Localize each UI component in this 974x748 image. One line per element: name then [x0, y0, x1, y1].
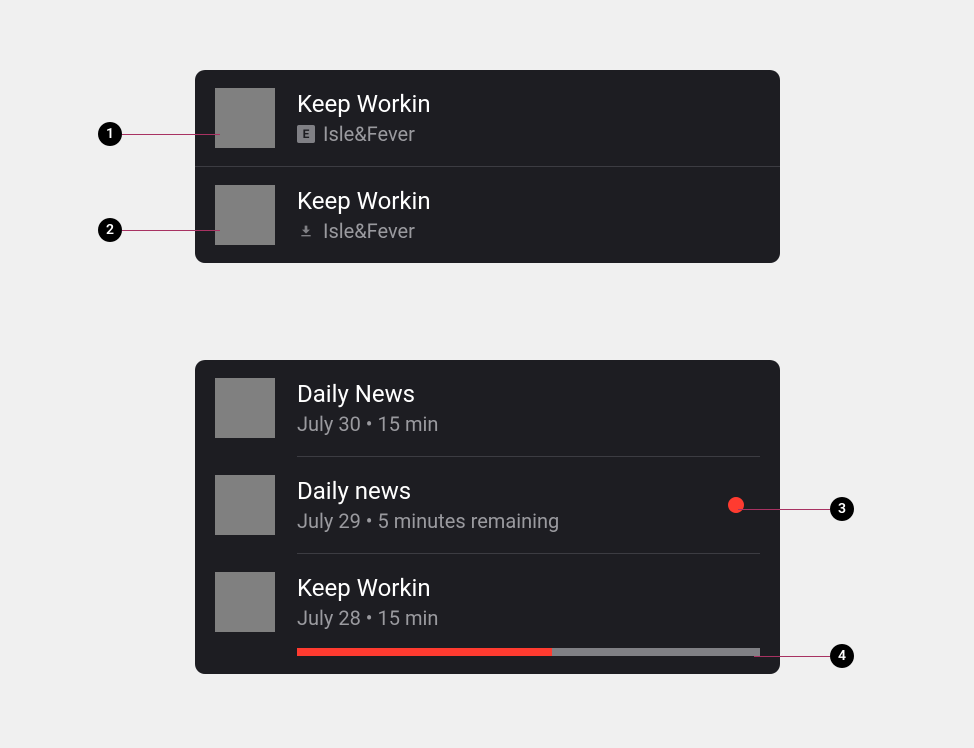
episode-item[interactable]: Daily News July 30 • 15 min	[195, 360, 780, 457]
downloaded-icon	[297, 222, 315, 240]
annotation-badge: 3	[830, 497, 854, 521]
track-artist: Isle&Fever	[323, 219, 415, 243]
annotation-3: 3	[738, 497, 854, 521]
episode-meta: July 28 • 15 min	[297, 606, 760, 630]
annotation-line	[738, 509, 830, 510]
track-thumbnail	[215, 185, 275, 245]
episode-meta: July 29 • 5 minutes remaining	[297, 509, 728, 533]
episode-thumbnail	[215, 378, 275, 438]
annotation-line	[754, 656, 830, 657]
episode-thumbnail	[215, 475, 275, 535]
annotation-badge: 4	[830, 644, 854, 668]
track-item[interactable]: Keep Workin E Isle&Fever	[195, 70, 780, 166]
episode-text: Keep Workin July 28 • 15 min	[297, 574, 760, 630]
episode-text: Daily news July 29 • 5 minutes remaining	[297, 477, 728, 533]
annotation-line	[122, 134, 220, 135]
track-title: Keep Workin	[297, 187, 760, 215]
track-title: Keep Workin	[297, 90, 760, 118]
tracks-card: Keep Workin E Isle&Fever Keep Workin Isl…	[195, 70, 780, 263]
track-item[interactable]: Keep Workin Isle&Fever	[195, 166, 780, 263]
episode-text: Daily News July 30 • 15 min	[297, 380, 760, 436]
annotation-badge: 1	[98, 122, 122, 146]
episode-meta: July 30 • 15 min	[297, 412, 760, 436]
progress-bar[interactable]	[297, 648, 760, 656]
episode-title: Daily news	[297, 477, 728, 505]
episode-item[interactable]: Keep Workin July 28 • 15 min	[195, 554, 780, 674]
episode-item[interactable]: Daily news July 29 • 5 minutes remaining	[195, 457, 780, 554]
track-thumbnail	[215, 88, 275, 148]
explicit-icon: E	[297, 125, 315, 143]
track-text: Keep Workin E Isle&Fever	[297, 90, 760, 146]
track-artist: Isle&Fever	[323, 122, 415, 146]
annotation-line	[122, 230, 220, 231]
annotation-4: 4	[754, 644, 854, 668]
episodes-card: Daily News July 30 • 15 min Daily news J…	[195, 360, 780, 674]
track-subtitle: Isle&Fever	[297, 219, 760, 243]
episode-title: Keep Workin	[297, 574, 760, 602]
annotation-badge: 2	[98, 218, 122, 242]
episode-thumbnail	[215, 572, 275, 632]
track-text: Keep Workin Isle&Fever	[297, 187, 760, 243]
track-subtitle: E Isle&Fever	[297, 122, 760, 146]
annotation-1: 1	[98, 122, 220, 146]
episode-title: Daily News	[297, 380, 760, 408]
progress-fill	[297, 648, 552, 656]
annotation-2: 2	[98, 218, 220, 242]
